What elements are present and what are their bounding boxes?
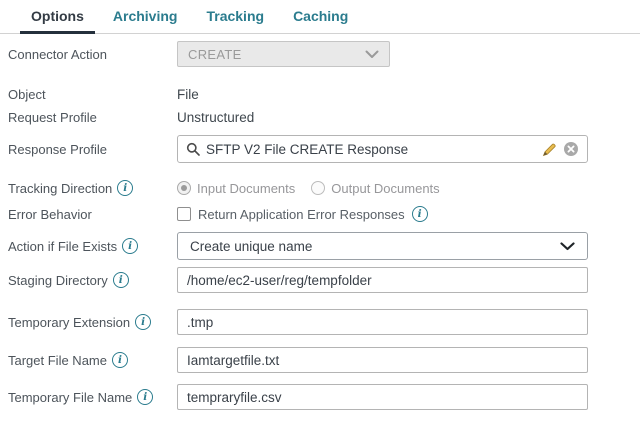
response-profile-lookup-field[interactable]: SFTP V2 File CREATE Response (177, 135, 588, 163)
temporary-extension-input[interactable] (177, 309, 588, 335)
tab-bar: Options Archiving Tracking Caching (0, 0, 640, 34)
object-value: File (177, 87, 199, 102)
return-application-error-responses-label: Return Application Error Responses (198, 206, 405, 222)
radio-input-documents (177, 181, 191, 195)
info-icon[interactable]: i (137, 389, 154, 405)
radio-input-documents-label: Input Documents (197, 180, 296, 196)
action-if-file-exists-value: Create unique name (190, 238, 313, 254)
row-request-profile: Request Profile Unstructured (0, 110, 640, 125)
request-profile-label: Request Profile (8, 110, 97, 125)
row-action-if-file-exists: Action if File Exists i Create unique na… (0, 232, 640, 260)
tracking-direction-label: Tracking Direction (8, 180, 113, 196)
connector-options-panel: Options Archiving Tracking Caching Conne… (0, 0, 640, 442)
connector-action-label: Connector Action (8, 46, 108, 62)
chevron-down-icon (365, 50, 379, 59)
info-icon[interactable]: i (112, 272, 129, 288)
info-icon[interactable]: i (411, 206, 428, 222)
response-profile-label: Response Profile (8, 141, 107, 157)
options-form: Connector Action CREATE Object File Requ… (0, 41, 640, 410)
clear-icon[interactable] (563, 141, 579, 157)
info-icon[interactable]: i (117, 180, 134, 196)
info-icon[interactable]: i (122, 238, 139, 254)
row-object: Object File (0, 87, 640, 102)
row-response-profile: Response Profile SFTP V2 File CREATE Res… (0, 135, 640, 163)
action-if-file-exists-label: Action if File Exists (8, 238, 118, 254)
request-profile-value: Unstructured (177, 110, 255, 125)
radio-output-documents-label: Output Documents (331, 180, 440, 196)
tab-tracking[interactable]: Tracking (195, 1, 275, 34)
staging-directory-label: Staging Directory (8, 272, 108, 288)
staging-directory-input[interactable] (177, 267, 588, 293)
chevron-down-icon (560, 241, 575, 251)
action-if-file-exists-select[interactable]: Create unique name (177, 232, 588, 260)
row-temporary-file-name: Temporary File Name i (0, 384, 640, 410)
temporary-file-name-label: Temporary File Name (8, 389, 133, 405)
error-behavior-label: Error Behavior (8, 206, 92, 222)
row-target-file-name: Target File Name i (0, 347, 640, 373)
connector-action-value: CREATE (188, 46, 242, 62)
tracking-direction-radio-group: Input Documents Output Documents (177, 181, 440, 196)
response-profile-value: SFTP V2 File CREATE Response (206, 141, 409, 157)
object-label: Object (8, 87, 46, 102)
row-error-behavior: Error Behavior Return Application Error … (0, 206, 640, 222)
row-tracking-direction: Tracking Direction i Input Documents Out… (0, 180, 640, 196)
connector-action-select: CREATE (177, 41, 390, 67)
search-icon (186, 142, 200, 156)
row-temporary-extension: Temporary Extension i (0, 309, 640, 335)
edit-pencil-icon[interactable] (542, 142, 557, 157)
temporary-file-name-input[interactable] (177, 384, 588, 410)
temporary-extension-label: Temporary Extension (8, 314, 131, 330)
target-file-name-label: Target File Name (8, 352, 107, 368)
tab-archiving[interactable]: Archiving (102, 1, 189, 34)
tab-options[interactable]: Options (20, 1, 95, 34)
row-staging-directory: Staging Directory i (0, 267, 640, 293)
info-icon[interactable]: i (135, 314, 152, 330)
row-connector-action: Connector Action CREATE (0, 41, 640, 67)
info-icon[interactable]: i (111, 352, 128, 368)
radio-output-documents (311, 181, 326, 195)
tab-caching[interactable]: Caching (282, 1, 359, 34)
return-application-error-responses-checkbox[interactable] (177, 207, 191, 221)
target-file-name-input[interactable] (177, 347, 588, 373)
